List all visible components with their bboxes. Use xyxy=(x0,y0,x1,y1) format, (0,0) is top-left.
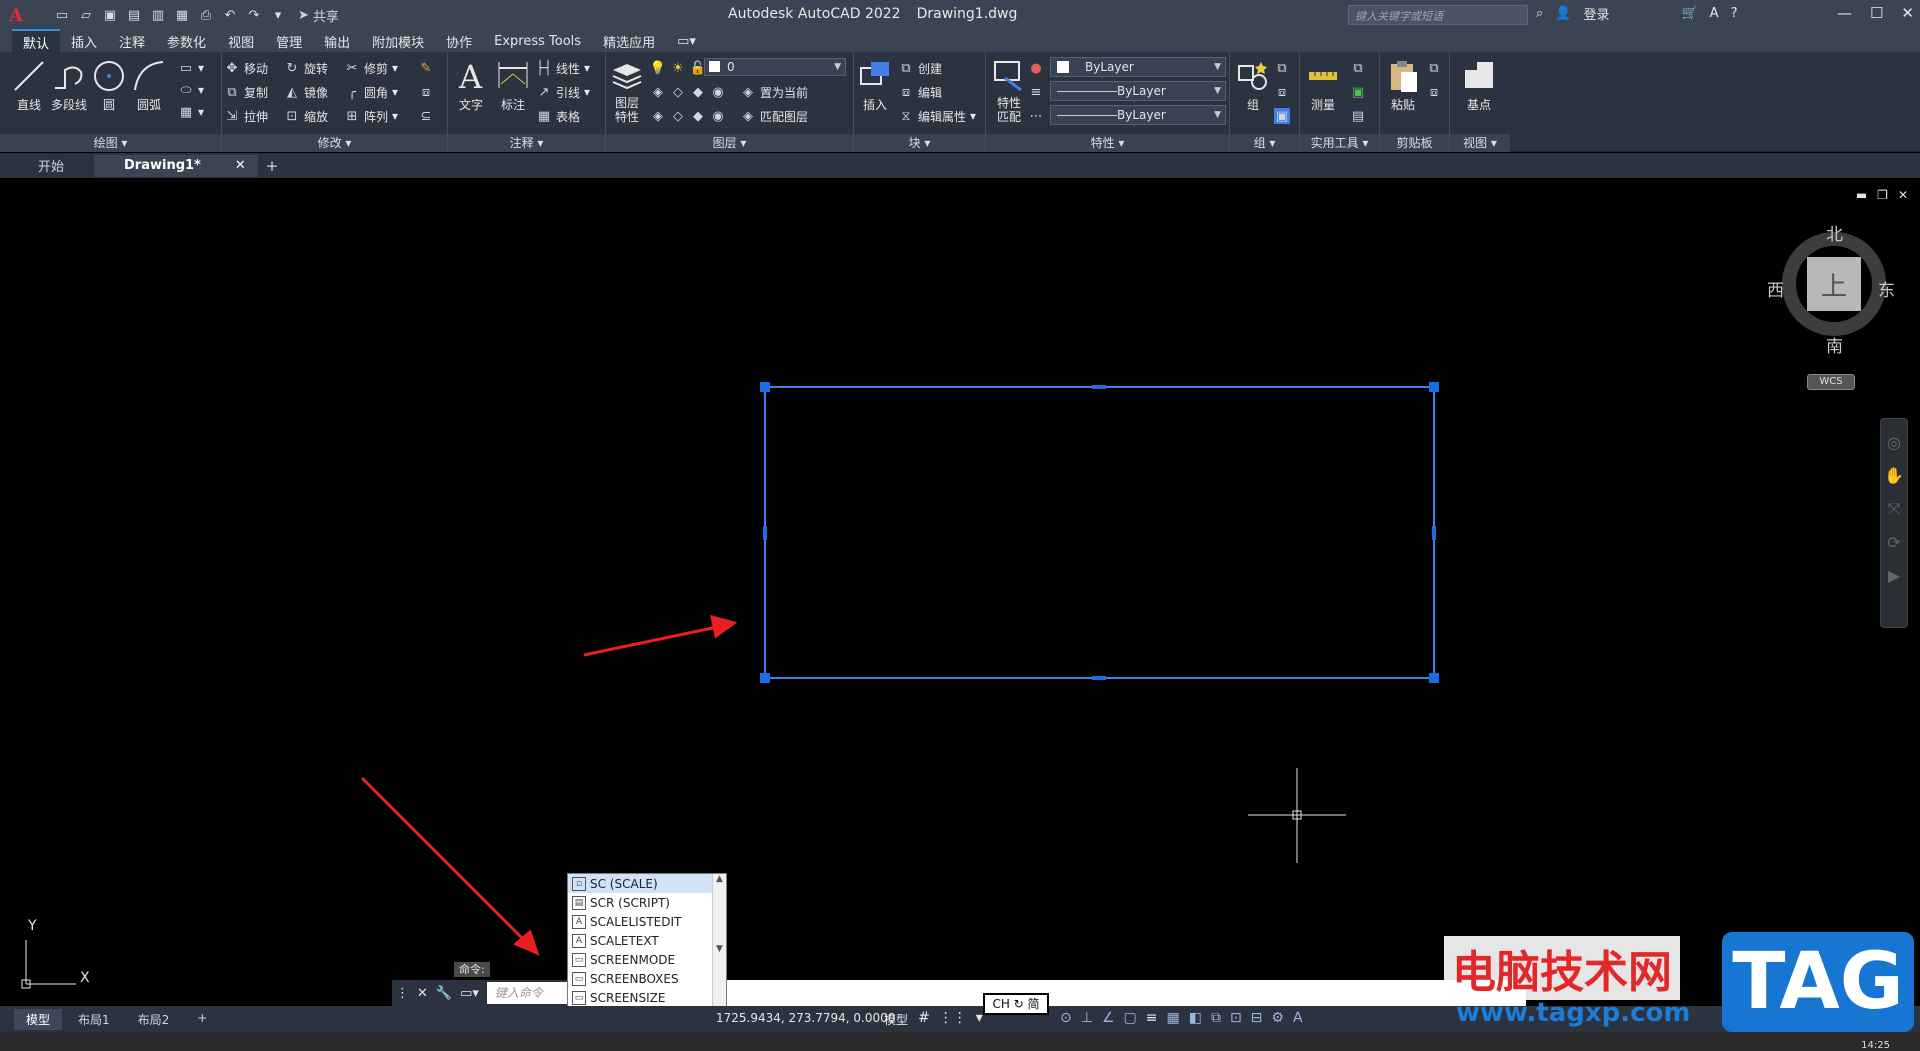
script-cmd-icon: ▤ xyxy=(572,895,586,910)
drawing-overlay xyxy=(21,382,1439,989)
orbit-icon[interactable]: ⟳ xyxy=(1881,533,1907,552)
add-layout-plus-icon[interactable]: + xyxy=(185,1009,219,1030)
grip-bottom-right[interactable] xyxy=(1429,673,1439,683)
showmotion-icon[interactable]: ▶ xyxy=(1881,566,1907,585)
autocomplete-item[interactable]: ▭ SCREENMODE xyxy=(568,950,726,969)
sysvar-icon: ▭ xyxy=(572,990,586,1005)
grip-mid-top[interactable] xyxy=(1092,385,1106,389)
crosshair-cursor xyxy=(1248,768,1346,863)
wcs-menu-button[interactable]: WCS xyxy=(1807,374,1855,390)
autocomplete-item[interactable]: ▤ SCR (SCRIPT) xyxy=(568,893,726,912)
command-line-tools: ⋮ ✕ 🔧 ▭▾ 键入命令 xyxy=(392,980,568,1006)
pan-hand-icon[interactable]: ✋ xyxy=(1881,466,1907,485)
layout-tab-layout1[interactable]: 布局1 xyxy=(66,1009,122,1030)
cursor-coordinates[interactable]: 1725.9434, 273.7794, 0.0000 xyxy=(716,1011,895,1025)
viewcube[interactable]: 上 北 南 东 西 xyxy=(1767,220,1895,357)
annotation-monitor-icon[interactable]: A xyxy=(1293,1010,1303,1026)
autocomplete-item[interactable]: ▭ SCREENBOXES xyxy=(568,969,726,988)
snap-icon[interactable]: ⋮⋮ xyxy=(939,1010,967,1026)
command-line: ⋮ ✕ 🔧 ▭▾ 键入命令 xyxy=(392,980,1526,1006)
scaletext-icon: A xyxy=(572,933,586,948)
sysvar-icon: ▭ xyxy=(572,971,586,986)
compass-north[interactable]: 北 xyxy=(1826,220,1843,245)
grip-bottom-left[interactable] xyxy=(760,673,770,683)
compass-east[interactable]: 东 xyxy=(1878,276,1895,301)
customize-wrench-icon[interactable]: 🔧 xyxy=(436,986,452,1001)
ucs-y-label: Y xyxy=(28,918,37,934)
scroll-down-icon[interactable]: ▼ xyxy=(716,944,723,954)
annotation-scale-icon[interactable]: ⊟ xyxy=(1251,1010,1263,1026)
watermark-url: www.tagxp.com xyxy=(1456,998,1691,1028)
layout-tab-layout2[interactable]: 布局2 xyxy=(126,1009,182,1030)
status-toggles-right: ⊙ ⊥ ∠ ▢ ≡ ▦ ◧ ⧉ ⊡ ⊟ ⚙ A xyxy=(1060,1010,1303,1026)
ime-indicator[interactable]: CH ↻ 简 xyxy=(983,993,1049,1015)
viewcube-top-face[interactable]: 上 xyxy=(1807,257,1861,311)
ucs-icon xyxy=(21,940,76,989)
site-watermark: 电脑技术网 www.tagxp.com TAG xyxy=(1444,932,1914,1032)
polar-tracking-icon[interactable]: ⊙ xyxy=(1060,1010,1072,1026)
navigation-bar[interactable]: ◎ ✋ ⤧ ⟳ ▶ xyxy=(1880,418,1908,628)
arrow-to-command xyxy=(360,776,530,946)
close-command-icon[interactable]: ✕ xyxy=(417,986,428,1001)
watermark-tag-logo: TAG xyxy=(1722,932,1914,1032)
drag-handle-icon[interactable]: ⋮ xyxy=(396,986,409,1001)
grip-top-left[interactable] xyxy=(760,382,770,392)
ucs-x-label: X xyxy=(80,970,90,986)
autocomplete-scrollbar[interactable]: ▲ ▼ xyxy=(712,874,726,1006)
grip-mid-right[interactable] xyxy=(1432,526,1436,540)
grips[interactable] xyxy=(760,382,1439,683)
zoom-extents-icon[interactable]: ⤧ xyxy=(1881,499,1907,519)
grip-mid-bottom[interactable] xyxy=(1092,676,1106,680)
compass-south[interactable]: 南 xyxy=(1826,332,1843,357)
scale-cmd-icon: ▫ xyxy=(572,876,586,891)
snap-dropdown-icon[interactable]: ▾ xyxy=(976,1010,983,1026)
autocomplete-item[interactable]: A SCALELISTEDIT xyxy=(568,912,726,931)
selection-cycle-icon[interactable]: ◧ xyxy=(1189,1010,1202,1026)
autocomplete-item[interactable]: A SCALETEXT xyxy=(568,931,726,950)
transparency-icon[interactable]: ▦ xyxy=(1166,1010,1179,1026)
arrow-head-rect xyxy=(710,614,738,639)
command-input[interactable]: 键入命令 xyxy=(486,982,568,1004)
osnap-icon[interactable]: ▢ xyxy=(1124,1010,1137,1026)
model-space-button[interactable]: 模型 xyxy=(884,1011,908,1028)
ortho-icon[interactable]: ⊥ xyxy=(1081,1010,1093,1026)
scroll-up-icon[interactable]: ▲ xyxy=(716,874,723,884)
recent-commands-icon[interactable]: ▭▾ xyxy=(460,986,479,1001)
grip-mid-left[interactable] xyxy=(763,526,767,540)
autocomplete-item[interactable]: ▭ SCREENSIZE xyxy=(568,988,726,1007)
arrow-to-rectangle xyxy=(583,624,723,657)
sysvar-icon: ▭ xyxy=(572,952,586,967)
scalelistedit-icon: A xyxy=(572,914,586,929)
3d-osnap-icon[interactable]: ⧉ xyxy=(1211,1010,1221,1026)
autocomplete-item[interactable]: ▫ SC (SCALE) xyxy=(568,874,726,893)
system-clock: 14:25 xyxy=(1861,1040,1890,1051)
status-toggles: # ⋮⋮ ▾ xyxy=(918,1010,983,1026)
selected-rectangle[interactable] xyxy=(764,386,1435,679)
steering-wheel-icon[interactable]: ◎ xyxy=(1881,433,1907,452)
grid-icon[interactable]: # xyxy=(918,1010,930,1026)
os-taskbar xyxy=(0,1032,1920,1051)
lineweight-toggle-icon[interactable]: ≡ xyxy=(1146,1010,1158,1026)
workspace-icon[interactable]: ⚙ xyxy=(1271,1010,1284,1026)
compass-west[interactable]: 西 xyxy=(1767,276,1784,301)
dyn-ucs-icon[interactable]: ⊡ xyxy=(1230,1010,1242,1026)
command-history-label: 命令: xyxy=(454,962,490,977)
watermark-site-name: 电脑技术网 xyxy=(1444,936,1680,1000)
layout-tab-model[interactable]: 模型 xyxy=(14,1008,63,1030)
isodraft-icon[interactable]: ∠ xyxy=(1102,1010,1115,1026)
command-autocomplete-list[interactable]: ▫ SC (SCALE) ▤ SCR (SCRIPT) A SCALELISTEDIT… xyxy=(567,873,727,1007)
grip-top-right[interactable] xyxy=(1429,382,1439,392)
